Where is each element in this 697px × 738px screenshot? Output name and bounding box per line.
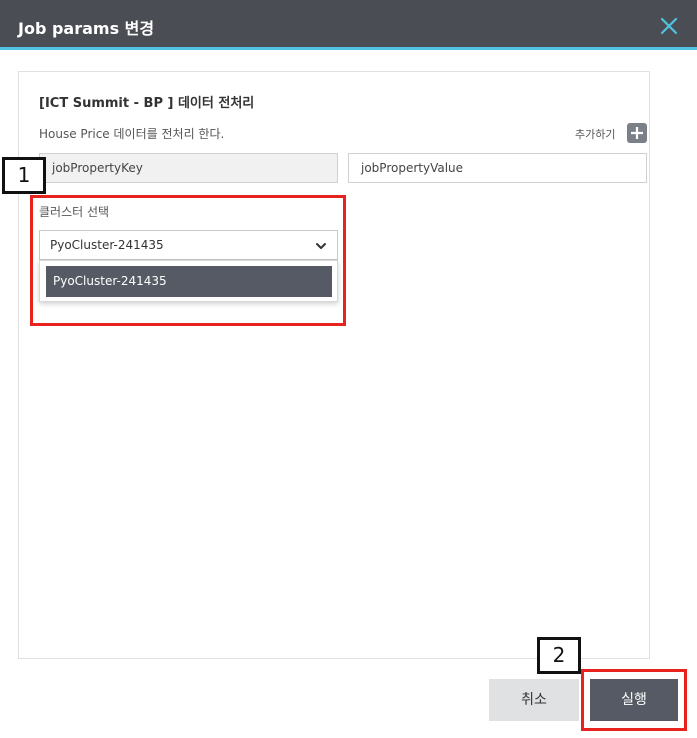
job-title: [ICT Summit - BP ] 데이터 전처리 — [39, 96, 255, 111]
cluster-option[interactable]: PyoCluster-241435 — [46, 266, 332, 297]
add-param-label: 추가하기 — [575, 128, 616, 141]
cluster-dropdown: PyoCluster-241435 — [39, 260, 338, 302]
dialog-title: Job params 변경 — [18, 19, 155, 38]
close-icon[interactable] — [659, 16, 679, 36]
step-badge-1: 1 — [2, 157, 46, 194]
cluster-select-value: PyoCluster-241435 — [50, 238, 164, 252]
cluster-select[interactable]: PyoCluster-241435 — [39, 230, 338, 260]
chevron-down-icon — [316, 243, 326, 249]
run-button[interactable]: 실행 — [590, 679, 678, 721]
param-key-input[interactable]: jobPropertyKey — [39, 153, 338, 183]
job-description: House Price 데이터를 전처리 한다. — [39, 127, 225, 141]
cluster-select-label: 클러스터 선택 — [39, 205, 110, 219]
add-param-button[interactable] — [627, 123, 647, 143]
param-value-input[interactable]: jobPropertyValue — [348, 153, 647, 183]
step-badge-2: 2 — [537, 637, 581, 674]
plus-icon — [631, 127, 643, 139]
dialog-titlebar: Job params 변경 — [0, 0, 697, 50]
cancel-button[interactable]: 취소 — [489, 679, 579, 721]
